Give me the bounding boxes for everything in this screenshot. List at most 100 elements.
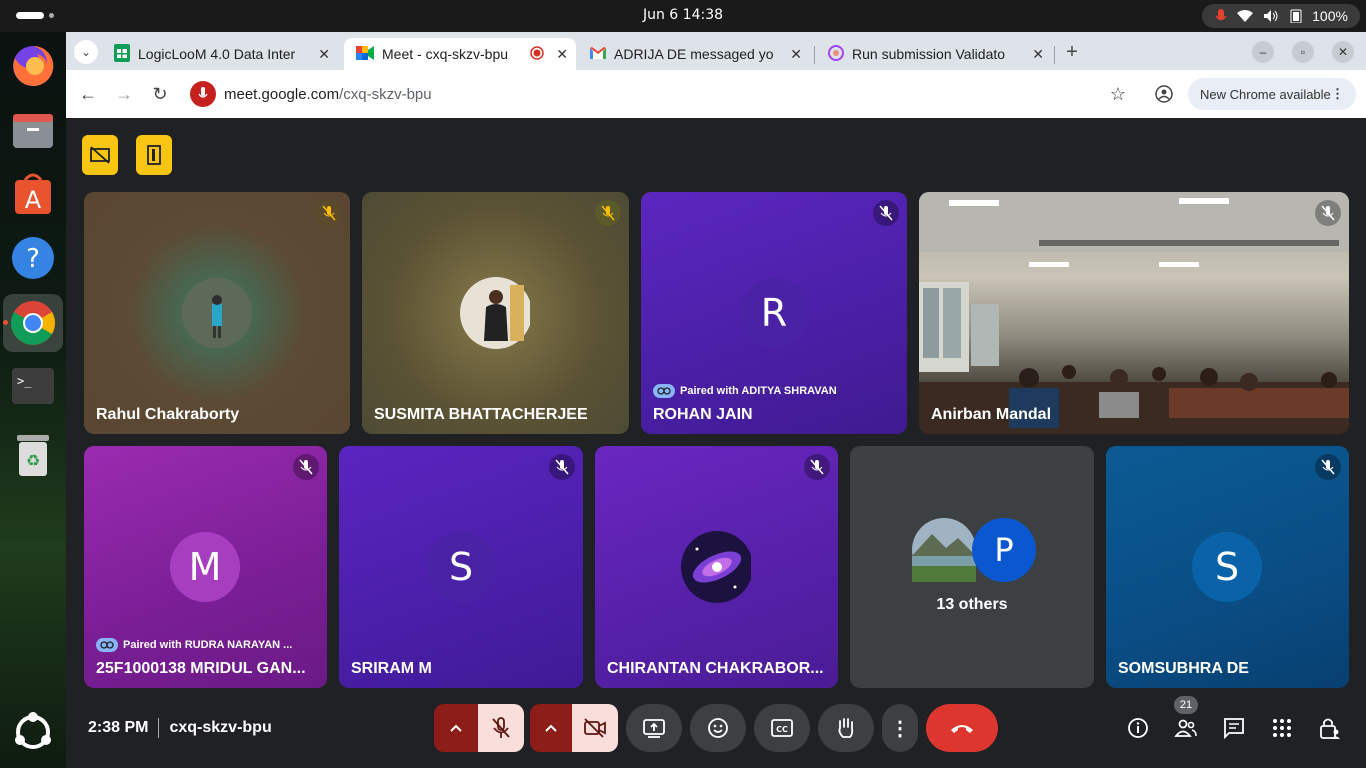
audio-options-button[interactable] [434, 704, 478, 752]
meeting-details-button[interactable] [1122, 712, 1154, 744]
captions-button[interactable]: CC [754, 704, 810, 752]
tab-logicloom[interactable]: LogicLooM 4.0 Data Inter ✕ [102, 38, 338, 70]
meeting-time: 2:38 PM [88, 719, 149, 737]
reactions-button[interactable] [690, 704, 746, 752]
tab-strip: ⌄ LogicLooM 4.0 Data Inter ✕ Meet - cxq-… [66, 32, 1366, 70]
chrome-update-button[interactable]: New Chrome available ⋮ [1188, 78, 1356, 110]
system-tray[interactable]: 100% [1202, 4, 1360, 28]
tab-search-button[interactable]: ⌄ [74, 40, 98, 64]
tab-validator[interactable]: Run submission Validato ✕ [816, 38, 1052, 70]
participant-tile[interactable]: R Paired with ADITYA SHRAVAN ROHAN JAIN [641, 192, 907, 434]
participant-tile[interactable]: M Paired with RUDRA NARAYAN ... 25F10001… [84, 446, 327, 688]
dock: A ? >_ ♻ [0, 32, 66, 768]
hand-icon [838, 718, 854, 738]
reload-button[interactable]: ↻ [148, 82, 172, 106]
app-center-icon[interactable]: A [9, 170, 57, 218]
close-icon[interactable]: ✕ [790, 46, 802, 63]
minimize-button[interactable]: – [1252, 41, 1274, 63]
avatar: S [1192, 532, 1262, 602]
avatar: M [170, 532, 240, 602]
tab-separator [814, 46, 815, 64]
battery-label: 100% [1312, 8, 1348, 24]
avatar [460, 277, 530, 349]
tab-gmail[interactable]: ADRIJA DE messaged yo ✕ [578, 38, 810, 70]
participant-tile[interactable]: SUSMITA BHATTACHERJEE [362, 192, 629, 434]
system-clock[interactable]: Jun 6 14:38 [0, 7, 1366, 23]
close-icon[interactable]: ✕ [556, 46, 568, 63]
leave-call-button[interactable] [926, 704, 998, 752]
files-icon[interactable] [9, 106, 57, 154]
galaxy-avatar [681, 531, 751, 603]
participant-tile[interactable]: S SOMSUBHRA DE [1106, 446, 1349, 688]
new-tab-button[interactable]: + [1060, 40, 1084, 64]
mic-off-icon [595, 200, 621, 226]
tab-title: ADRIJA DE messaged yo [614, 46, 774, 62]
close-icon[interactable]: ✕ [318, 46, 330, 63]
participant-tile[interactable]: Rahul Chakraborty [84, 192, 350, 434]
mic-off-icon [316, 200, 342, 226]
mic-toggle-button[interactable] [478, 704, 524, 752]
firefox-icon[interactable] [9, 42, 57, 90]
more-options-button[interactable]: ⋮ [882, 704, 918, 752]
present-button[interactable] [626, 704, 682, 752]
tab-title: LogicLooM 4.0 Data Inter [138, 46, 296, 62]
participant-video-tile[interactable]: Anirban Mandal [919, 192, 1349, 434]
meet-icon [356, 45, 374, 63]
back-button[interactable]: ← [76, 82, 100, 106]
mic-off-icon [549, 454, 575, 480]
forward-button[interactable]: → [112, 82, 136, 106]
participant-name: SUSMITA BHATTACHERJEE [374, 406, 588, 423]
close-window-button[interactable]: ✕ [1332, 41, 1354, 63]
maximize-button[interactable]: ▫ [1292, 41, 1314, 63]
paired-label: Paired with RUDRA NARAYAN ... [96, 638, 292, 652]
meeting-controls: 2:38 PM cxq-skzv-bpu CC ⋮ 21 [66, 696, 1366, 768]
menu-dots-icon: ⋮ [1331, 86, 1344, 101]
classroom-video [919, 192, 1349, 434]
participant-tile[interactable]: CHIRANTAN CHAKRABOR... [595, 446, 838, 688]
site-mic-icon[interactable] [190, 81, 216, 107]
camera-control [530, 704, 618, 752]
info-icon [1128, 718, 1148, 738]
people-icon [1174, 719, 1197, 737]
avatar: S [426, 532, 496, 602]
volume-icon [1262, 9, 1280, 23]
landscape-avatar [912, 518, 976, 582]
participant-name: SOMSUBHRA DE [1118, 660, 1249, 677]
paired-label: Paired with ADITYA SHRAVAN [653, 384, 837, 398]
paired-text: Paired with ADITYA SHRAVAN [680, 385, 837, 397]
participant-tile[interactable]: S SRIRAM M [339, 446, 583, 688]
browser-toolbar: ← → ↻ meet.google.com/cxq-skzv-bpu ☆ New… [66, 70, 1366, 118]
host-controls-lock-button[interactable] [1314, 712, 1346, 744]
camera-toggle-button[interactable] [572, 704, 618, 752]
activities-button[interactable] [1266, 712, 1298, 744]
lock-person-icon [1320, 718, 1340, 739]
people-button[interactable] [1170, 712, 1202, 744]
link-icon [653, 384, 675, 398]
breakout-rooms-button[interactable] [136, 135, 172, 175]
avatar: P [972, 518, 1036, 582]
video-options-button[interactable] [530, 704, 572, 752]
tab-meet[interactable]: Meet - cxq-skzv-bpu ✕ [344, 38, 576, 70]
svg-text:CC: CC [776, 725, 788, 734]
bookmark-star-icon[interactable]: ☆ [1110, 84, 1126, 105]
wifi-icon [1236, 9, 1254, 23]
profile-icon[interactable] [1152, 82, 1176, 106]
chat-button[interactable] [1218, 712, 1250, 744]
svg-text:♻: ♻ [26, 451, 40, 470]
address-bar[interactable]: meet.google.com/cxq-skzv-bpu ☆ [188, 76, 1138, 112]
mic-off-icon [804, 454, 830, 480]
close-icon[interactable]: ✕ [1032, 46, 1044, 63]
trash-icon[interactable]: ♻ [9, 432, 57, 480]
show-apps-icon[interactable] [9, 708, 57, 756]
host-controls-button[interactable] [82, 135, 118, 175]
more-vert-icon: ⋮ [890, 717, 910, 740]
others-tile[interactable]: P 13 others [850, 446, 1094, 688]
raise-hand-button[interactable] [818, 704, 874, 752]
browser-window: ⌄ LogicLooM 4.0 Data Inter ✕ Meet - cxq-… [66, 32, 1366, 118]
help-icon[interactable]: ? [9, 234, 57, 282]
terminal-icon[interactable]: >_ [9, 362, 57, 410]
chrome-icon[interactable] [3, 294, 63, 352]
others-count-label: 13 others [936, 596, 1008, 613]
presentation-off-icon [90, 146, 110, 164]
svg-text:>_: >_ [17, 374, 32, 388]
